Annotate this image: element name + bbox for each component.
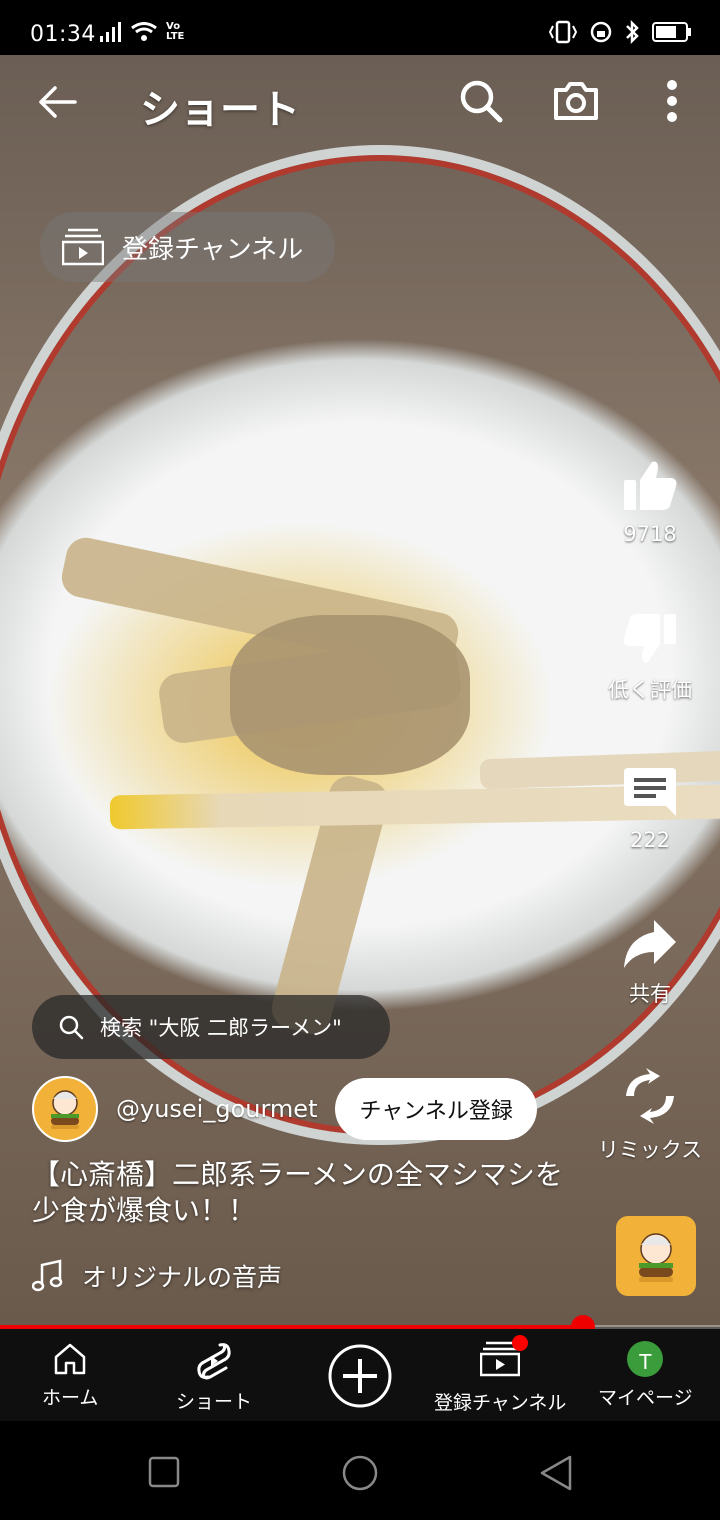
comment-count: 222 bbox=[629, 828, 671, 852]
comment-button[interactable]: 222 bbox=[580, 764, 720, 852]
nav-subscriptions-label: 登録チャンネル bbox=[434, 1392, 567, 1414]
remix-label: リミックス bbox=[597, 1138, 703, 1162]
subscribe-button[interactable]: チャンネル登録 bbox=[335, 1078, 537, 1140]
like-button[interactable]: 9718 bbox=[580, 458, 720, 546]
comment-icon bbox=[624, 768, 676, 816]
status-left-icons: Vo LTE bbox=[100, 22, 192, 42]
dislike-label: 低く評価 bbox=[608, 678, 692, 702]
bluetooth-icon bbox=[626, 20, 639, 44]
account-initial: T bbox=[639, 1350, 652, 1374]
triangle-back-icon[interactable] bbox=[538, 1454, 574, 1492]
remix-button[interactable]: リミックス bbox=[580, 1066, 720, 1164]
thumb-down-icon bbox=[623, 614, 676, 663]
subscriptions-icon bbox=[62, 228, 104, 266]
dislike-button[interactable]: 低く評価 bbox=[580, 610, 720, 704]
channel-handle[interactable]: @yusei_gourmet bbox=[116, 1095, 317, 1123]
remix-icon bbox=[626, 1068, 674, 1124]
nav-shorts[interactable]: ショート bbox=[176, 1341, 252, 1414]
nav-create[interactable] bbox=[327, 1343, 393, 1409]
search-icon bbox=[59, 1015, 84, 1040]
related-search-pill[interactable]: 検索 "大阪 二郎ラーメン" bbox=[32, 995, 390, 1059]
subscriptions-pill-label: 登録チャンネル bbox=[122, 234, 304, 265]
video-caption[interactable]: 【心斎橋】二郎系ラーメンの全マシマシを少食が爆食い！！ bbox=[32, 1157, 572, 1229]
related-search-label: 検索 "大阪 二郎ラーメン" bbox=[100, 1016, 342, 1040]
back-arrow-icon[interactable] bbox=[30, 77, 84, 127]
battery-icon bbox=[652, 22, 691, 42]
nav-home-label: ホーム bbox=[42, 1387, 99, 1409]
volte-label: Vo LTE bbox=[166, 21, 185, 42]
audio-row[interactable]: オリジナルの音声 bbox=[32, 1258, 282, 1294]
notification-dot bbox=[512, 1335, 529, 1351]
share-icon bbox=[624, 920, 676, 968]
thumb-up-icon bbox=[624, 461, 677, 510]
shorts-icon bbox=[197, 1343, 231, 1380]
more-vert-icon[interactable] bbox=[650, 75, 694, 127]
status-bar: 01:34 Vo LTE bbox=[0, 0, 720, 55]
nav-home[interactable]: ホーム bbox=[42, 1341, 98, 1410]
audio-thumbnail[interactable] bbox=[616, 1216, 696, 1296]
like-count: 9718 bbox=[623, 522, 677, 546]
create-plus-icon bbox=[328, 1344, 392, 1408]
share-button[interactable]: 共有 bbox=[580, 918, 720, 1008]
account-avatar: T bbox=[627, 1341, 664, 1377]
subscriptions-pill[interactable]: 登録チャンネル bbox=[40, 212, 336, 282]
nav-mypage-label: マイページ bbox=[598, 1387, 693, 1409]
bottom-nav: ホーム ショート 登録チャンネル T マイページ bbox=[0, 1329, 720, 1421]
channel-row: @yusei_gourmet チャンネル登録 bbox=[32, 1076, 537, 1142]
search-icon[interactable] bbox=[455, 75, 507, 127]
square-icon[interactable] bbox=[148, 1456, 180, 1488]
channel-avatar[interactable] bbox=[32, 1076, 98, 1142]
nav-subscriptions[interactable]: 登録チャンネル bbox=[434, 1335, 567, 1415]
status-time: 01:34 bbox=[30, 22, 96, 47]
home-icon bbox=[54, 1343, 86, 1375]
vibrate-icon bbox=[548, 20, 578, 44]
page-title: ショート bbox=[140, 87, 300, 133]
audio-label: オリジナルの音声 bbox=[82, 1263, 283, 1292]
nav-shorts-label: ショート bbox=[176, 1391, 253, 1413]
circle-icon[interactable] bbox=[341, 1454, 379, 1492]
nav-mypage[interactable]: T マイページ bbox=[598, 1341, 693, 1410]
top-bar: ショート bbox=[0, 55, 720, 150]
wifi-icon bbox=[131, 22, 157, 41]
status-right-icons bbox=[548, 20, 692, 44]
noodle-shape bbox=[230, 615, 470, 775]
music-note-icon bbox=[32, 1259, 63, 1292]
system-nav-bar bbox=[0, 1421, 720, 1520]
lock-rotation-icon bbox=[590, 21, 612, 43]
signal-icon bbox=[100, 22, 121, 42]
share-label: 共有 bbox=[629, 982, 671, 1006]
camera-icon[interactable] bbox=[550, 75, 602, 127]
